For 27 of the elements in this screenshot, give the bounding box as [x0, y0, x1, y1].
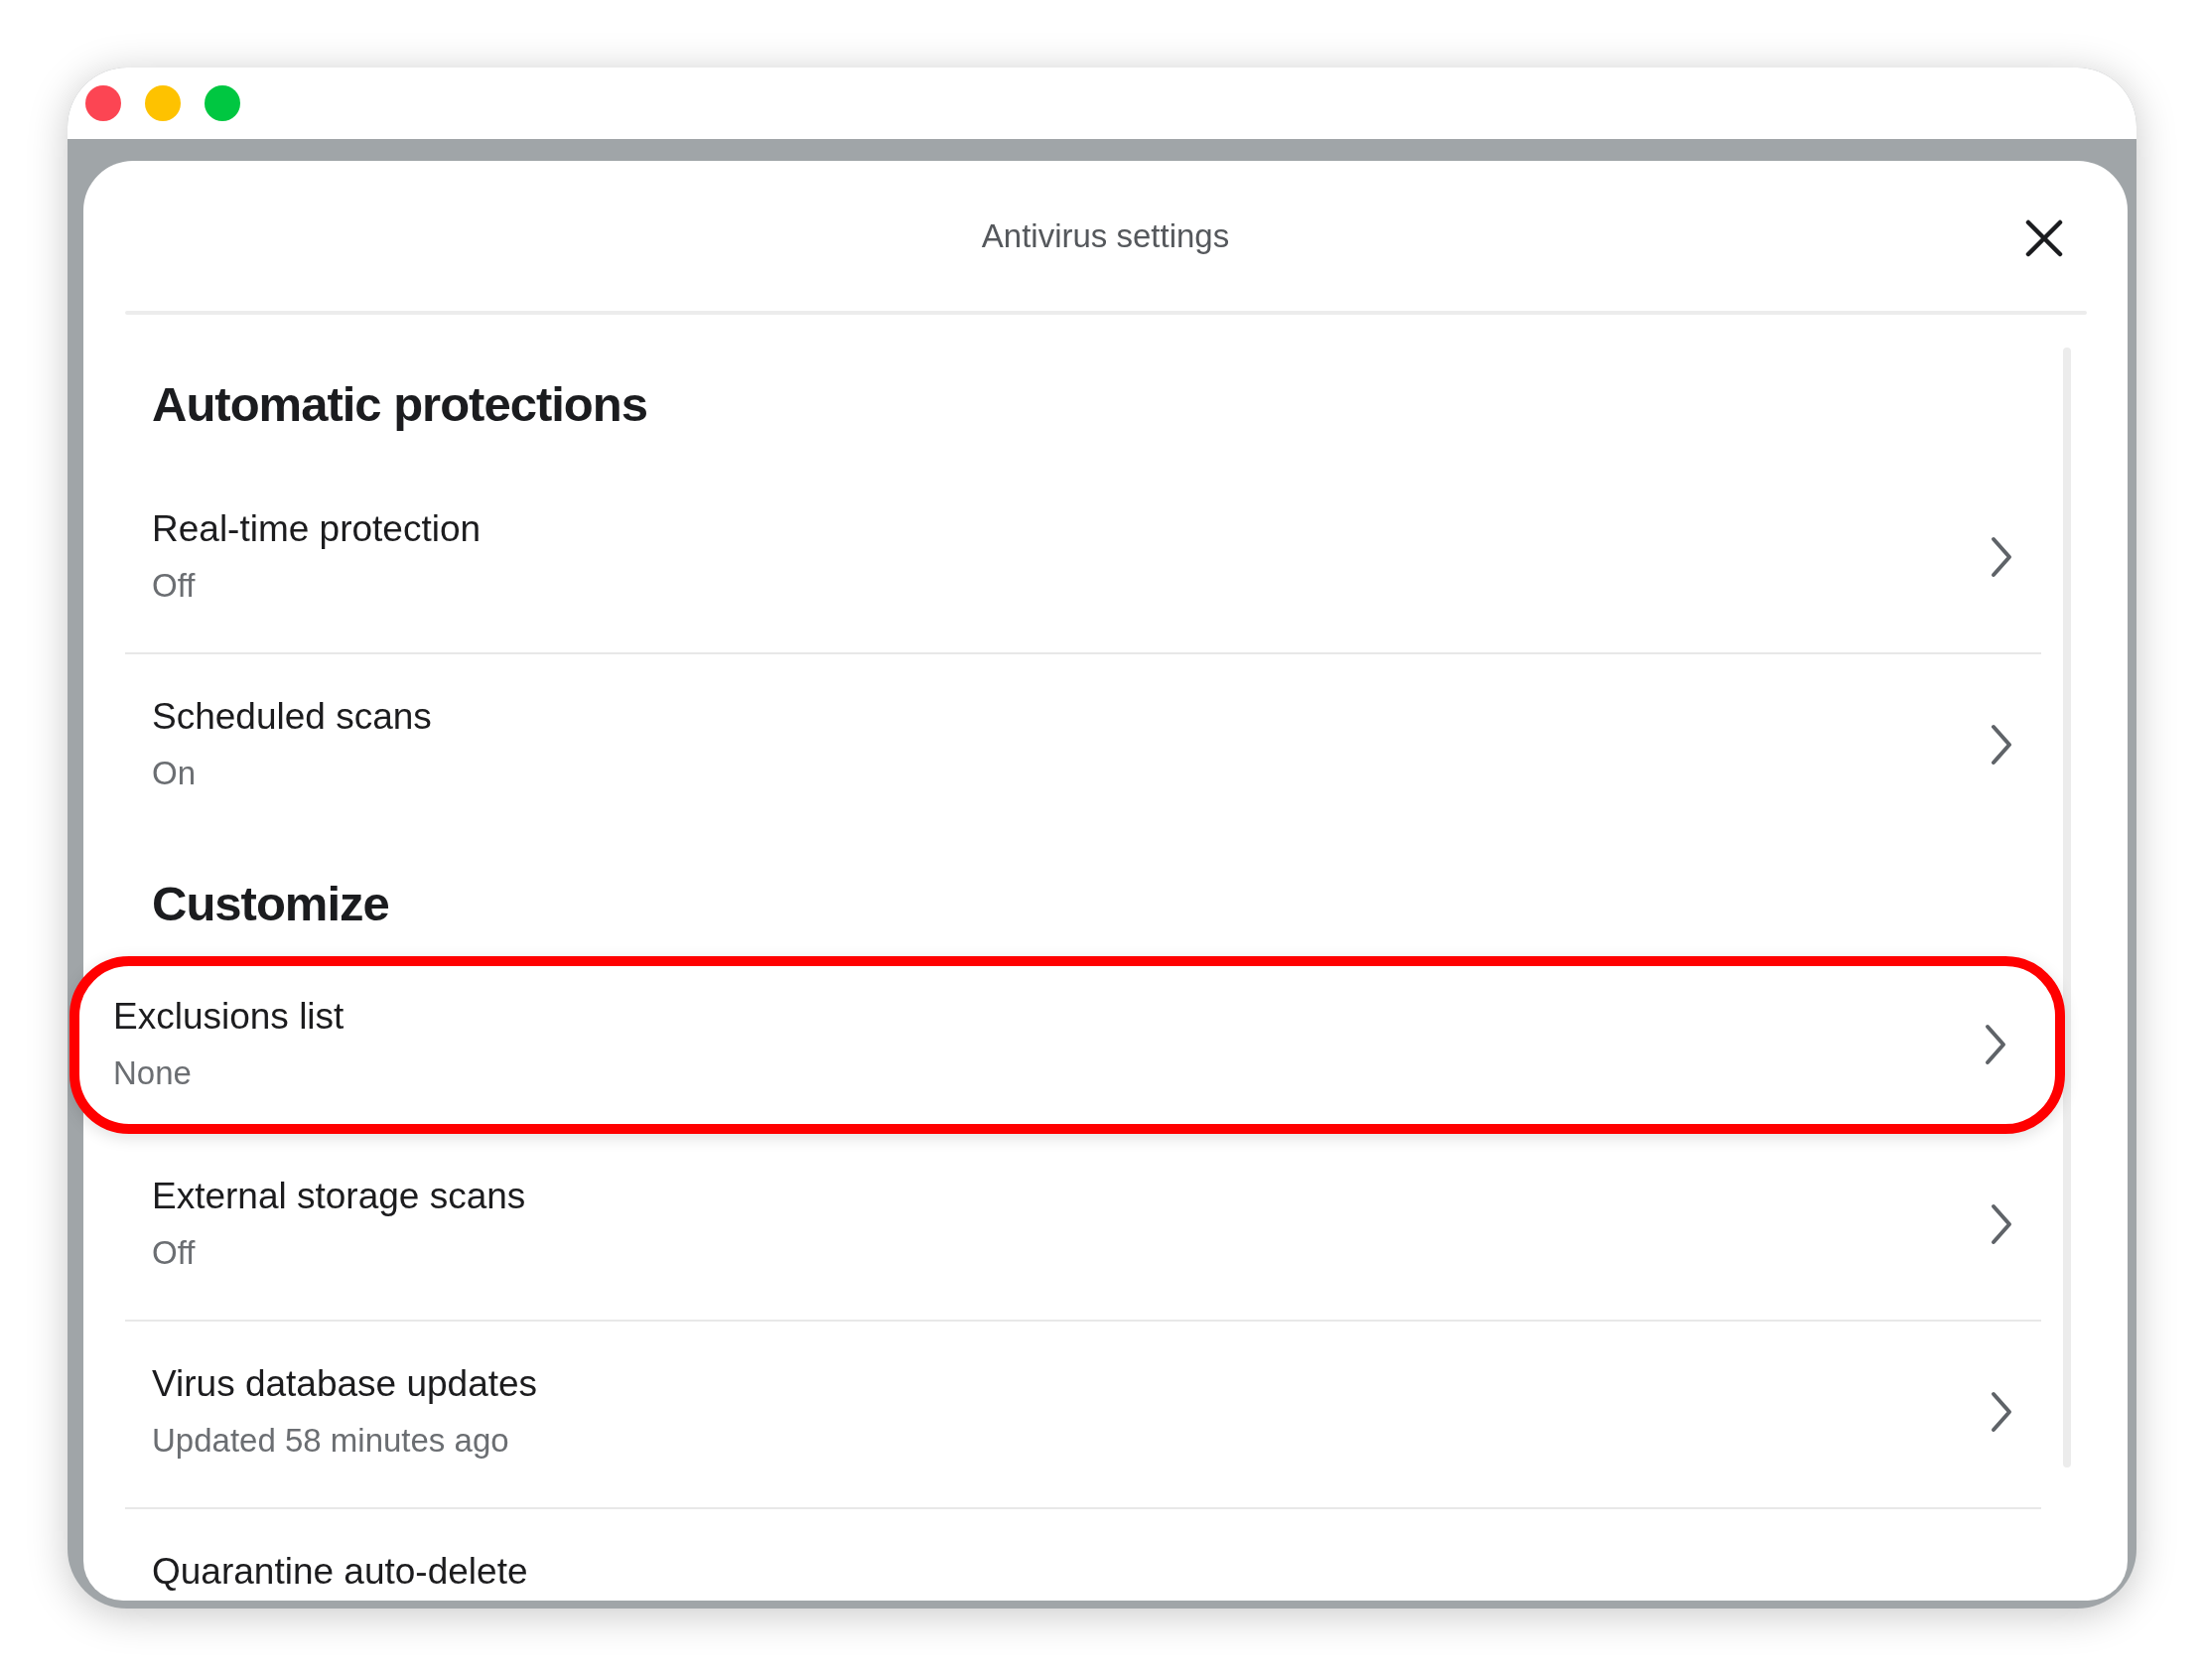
- setting-title: Scheduled scans: [152, 695, 433, 739]
- setting-title: Real-time protection: [152, 507, 482, 551]
- highlighted-row[interactable]: Exclusions list None: [69, 956, 2065, 1134]
- setting-status: On: [152, 754, 198, 793]
- setting-status: Off: [152, 566, 197, 606]
- section-heading: Automatic protections: [152, 376, 648, 433]
- settings-row[interactable]: Quarantine auto-delete: [125, 1509, 2041, 1601]
- settings-row[interactable]: Scheduled scans On: [125, 654, 2041, 840]
- section-heading: Customize: [152, 876, 390, 932]
- setting-title: External storage scans: [152, 1175, 527, 1218]
- setting-title: Exclusions list: [113, 995, 345, 1039]
- settings-row[interactable]: Real-time protection Off: [125, 467, 2041, 654]
- setting-status: Off: [152, 1233, 197, 1273]
- setting-status: Updated 58 minutes ago: [152, 1421, 510, 1461]
- settings-row[interactable]: External storage scans Off: [125, 1134, 2041, 1322]
- dialog-title: Antivirus settings: [981, 216, 1230, 255]
- setting-title: Virus database updates: [152, 1362, 539, 1406]
- settings-row[interactable]: Virus database updates Updated 58 minutes ago: [125, 1322, 2041, 1509]
- setting-title: Quarantine auto-delete: [152, 1550, 529, 1594]
- chevron-right-icon[interactable]: [1990, 534, 2013, 579]
- setting-status: None: [113, 1053, 193, 1093]
- scrollbar-track[interactable]: [2063, 348, 2071, 1468]
- chevron-right-icon[interactable]: [1984, 1022, 2007, 1066]
- chevron-right-icon[interactable]: [1990, 1389, 2013, 1434]
- window-control-button[interactable]: [85, 85, 121, 121]
- chevron-right-icon[interactable]: [1990, 1201, 2013, 1246]
- chevron-right-icon[interactable]: [1990, 722, 2013, 767]
